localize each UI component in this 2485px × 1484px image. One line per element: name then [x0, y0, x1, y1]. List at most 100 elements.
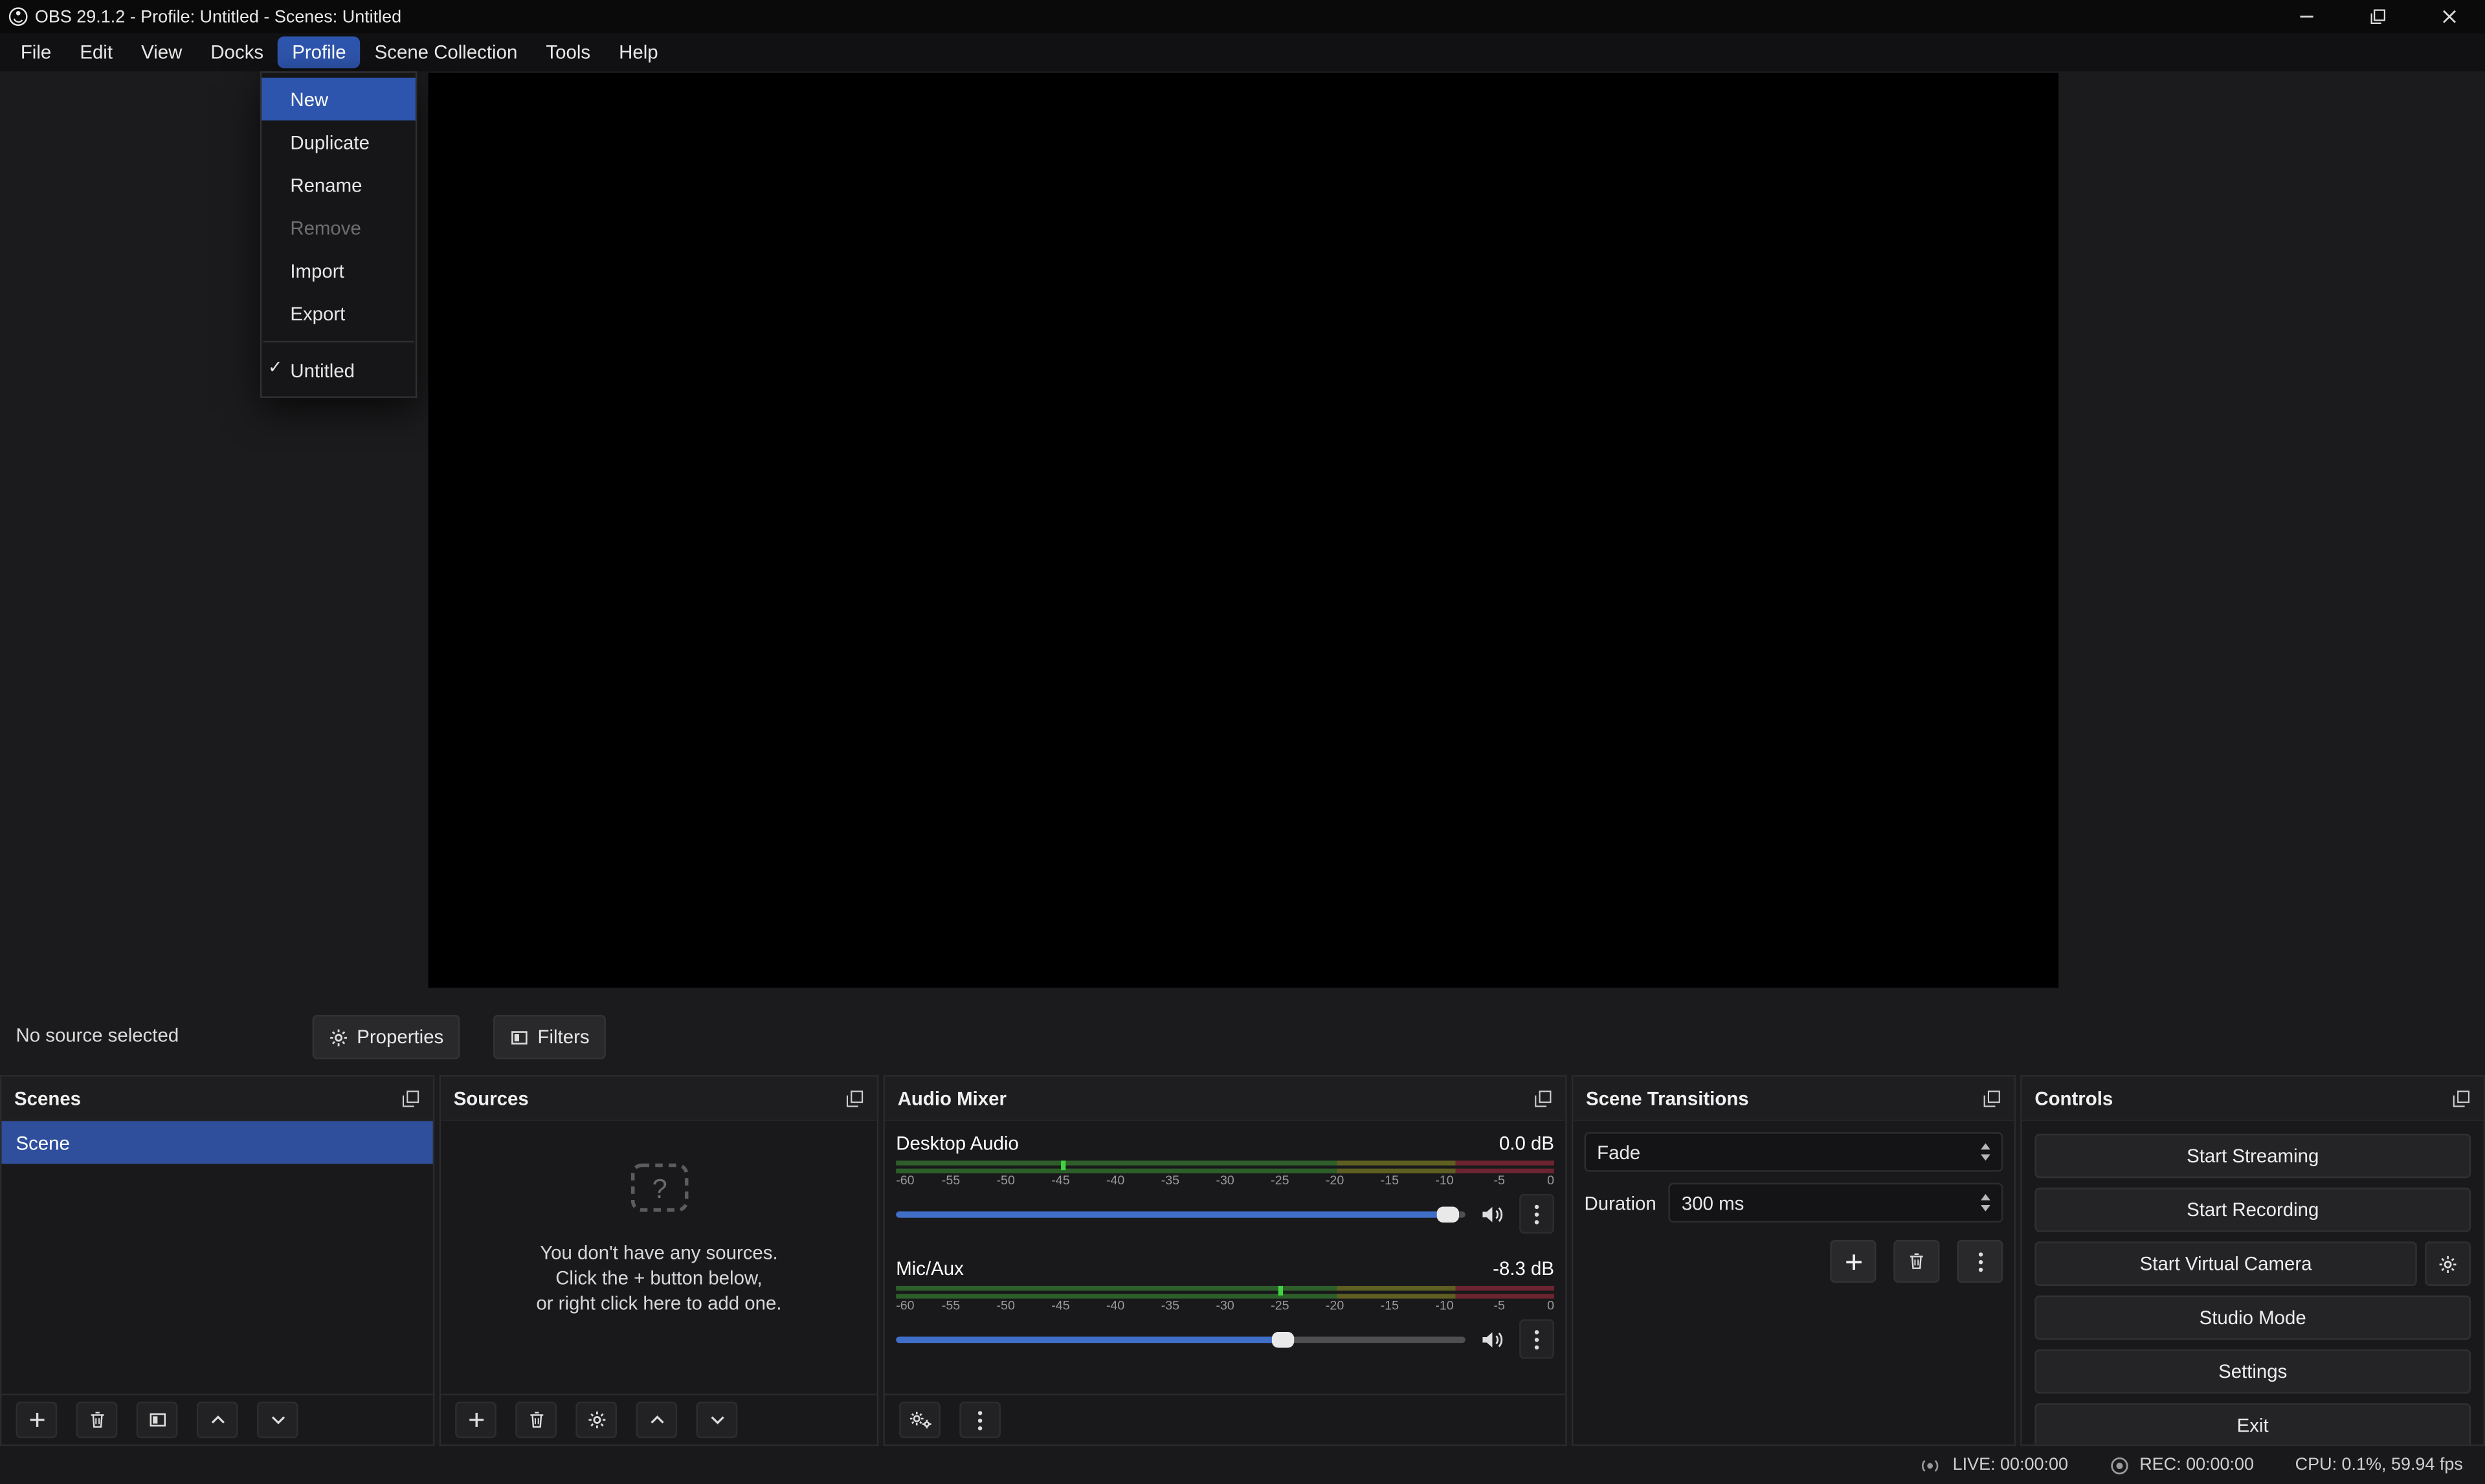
- popout-icon[interactable]: [401, 1089, 420, 1107]
- controls-panel-title: Controls: [2034, 1087, 2113, 1109]
- start-recording-button[interactable]: Start Recording: [2034, 1188, 2471, 1232]
- slider-handle[interactable]: [1437, 1206, 1459, 1222]
- window-title: OBS 29.1.2 - Profile: Untitled - Scenes:…: [35, 7, 401, 26]
- source-move-down-button[interactable]: [696, 1402, 738, 1438]
- start-streaming-button[interactable]: Start Streaming: [2034, 1134, 2471, 1179]
- profile-dropdown-menu: New Duplicate Rename Remove Import Expor…: [260, 71, 418, 398]
- source-toolbar: No source selected Properties Filters: [0, 1013, 2485, 1059]
- add-transition-button[interactable]: [1830, 1240, 1876, 1283]
- menu-separator: [263, 341, 414, 342]
- record-icon: [2110, 1455, 2130, 1476]
- scene-transitions-panel: Scene Transitions Fade Duration 300 ms: [1572, 1075, 2016, 1446]
- volume-slider[interactable]: [896, 1206, 1465, 1222]
- menu-view[interactable]: View: [127, 36, 196, 68]
- popout-icon[interactable]: [2452, 1089, 2471, 1107]
- sources-panel-header: Sources: [441, 1077, 877, 1122]
- remove-source-button[interactable]: [515, 1402, 557, 1438]
- duration-value: 300 ms: [1682, 1191, 1744, 1213]
- channel-options-button[interactable]: [1519, 1319, 1554, 1358]
- cpu-fps-stats: CPU: 0.1%, 59.94 fps: [2295, 1456, 2463, 1474]
- scene-list-item[interactable]: Scene: [1, 1121, 432, 1164]
- menu-help[interactable]: Help: [605, 36, 673, 68]
- popout-icon[interactable]: [1533, 1089, 1552, 1107]
- filters-button[interactable]: Filters: [493, 1015, 605, 1059]
- start-virtual-camera-button[interactable]: Start Virtual Camera: [2034, 1241, 2416, 1286]
- scene-move-up-button[interactable]: [197, 1402, 238, 1438]
- speaker-icon[interactable]: [1480, 1328, 1505, 1350]
- gear-icon: [586, 1410, 607, 1430]
- add-source-button[interactable]: [455, 1402, 496, 1438]
- properties-button[interactable]: Properties: [313, 1015, 460, 1059]
- add-scene-button[interactable]: [16, 1402, 58, 1438]
- settings-button[interactable]: Settings: [2034, 1349, 2471, 1394]
- duration-spinbox[interactable]: 300 ms: [1669, 1183, 2003, 1223]
- channel-options-button[interactable]: [1519, 1194, 1554, 1234]
- sources-empty-line: or right click here to add one.: [441, 1290, 877, 1316]
- gear-icon: [328, 1026, 349, 1047]
- scenes-toolbar: [1, 1394, 432, 1445]
- titlebar: OBS 29.1.2 - Profile: Untitled - Scenes:…: [0, 0, 2485, 33]
- exit-button[interactable]: Exit: [2034, 1403, 2471, 1445]
- menu-file[interactable]: File: [6, 36, 65, 68]
- volume-meter: [896, 1286, 1554, 1299]
- popout-icon[interactable]: [845, 1089, 864, 1107]
- menubar: File Edit View Docks Profile Scene Colle…: [0, 33, 2485, 71]
- slider-handle[interactable]: [1272, 1331, 1294, 1347]
- kebab-icon: [1533, 1328, 1540, 1350]
- question-box-icon: ?: [441, 1162, 877, 1218]
- rec-time: REC: 00:00:00: [2139, 1456, 2254, 1474]
- profile-menu-new[interactable]: New: [262, 78, 416, 120]
- scenes-list: Scene: [1, 1121, 432, 1393]
- profile-menu-untitled[interactable]: ✓ Untitled: [262, 349, 416, 392]
- plus-icon: [1842, 1250, 1864, 1272]
- scene-filters-icon: [147, 1410, 168, 1430]
- scene-filters-button[interactable]: [137, 1402, 178, 1438]
- mixer-channel-mic-aux: Mic/Aux -8.3 dB -60-55-50-45-40-35-30-25…: [885, 1246, 1565, 1359]
- remove-scene-button[interactable]: [76, 1402, 118, 1438]
- remove-transition-button[interactable]: [1893, 1240, 1939, 1283]
- audio-mixer-panel: Audio Mixer Desktop Audio 0.0 dB -60-55-…: [884, 1075, 1567, 1446]
- profile-menu-export[interactable]: Export: [262, 292, 416, 335]
- menu-docks[interactable]: Docks: [196, 36, 278, 68]
- scene-move-down-button[interactable]: [257, 1402, 298, 1438]
- sources-toolbar: [441, 1394, 877, 1445]
- speaker-icon[interactable]: [1480, 1202, 1505, 1224]
- virtual-camera-settings-button[interactable]: [2425, 1241, 2471, 1286]
- channel-db-value: 0.0 dB: [1499, 1132, 1554, 1154]
- source-move-up-button[interactable]: [636, 1402, 677, 1438]
- spinner-arrows-icon[interactable]: [1981, 1194, 1990, 1212]
- menu-scene-collection[interactable]: Scene Collection: [361, 36, 532, 68]
- transition-select[interactable]: Fade: [1585, 1132, 2003, 1171]
- trash-icon: [526, 1410, 546, 1430]
- sources-list-empty-area[interactable]: ? You don't have any sources. Click the …: [441, 1121, 877, 1393]
- close-button[interactable]: [2414, 0, 2485, 33]
- maximize-button[interactable]: [2343, 0, 2414, 33]
- transition-options-button[interactable]: [1957, 1240, 2003, 1283]
- filter-icon: [509, 1026, 529, 1047]
- advanced-audio-button[interactable]: [899, 1402, 941, 1438]
- trash-icon: [1906, 1251, 1927, 1272]
- profile-menu-duplicate[interactable]: Duplicate: [262, 120, 416, 163]
- chevron-down-icon: [267, 1410, 288, 1430]
- volume-meter: [896, 1160, 1554, 1173]
- studio-mode-button[interactable]: Studio Mode: [2034, 1296, 2471, 1340]
- plus-icon: [26, 1410, 47, 1430]
- menu-edit[interactable]: Edit: [65, 36, 127, 68]
- preview-canvas: [429, 73, 2059, 988]
- source-properties-button[interactable]: [575, 1402, 617, 1438]
- volume-slider[interactable]: [896, 1331, 1465, 1347]
- scene-transitions-header: Scene Transitions: [1573, 1077, 2014, 1122]
- menu-tools[interactable]: Tools: [531, 36, 605, 68]
- minimize-button[interactable]: [2271, 0, 2342, 33]
- sources-empty-line: Click the + button below,: [441, 1265, 877, 1290]
- popout-icon[interactable]: [1983, 1089, 2001, 1107]
- sources-panel-title: Sources: [454, 1087, 529, 1109]
- mixer-options-button[interactable]: [959, 1402, 1001, 1438]
- scene-transitions-title: Scene Transitions: [1586, 1087, 1749, 1109]
- menu-profile[interactable]: Profile: [278, 36, 360, 68]
- profile-menu-rename[interactable]: Rename: [262, 163, 416, 206]
- check-icon: ✓: [268, 357, 283, 377]
- profile-menu-import[interactable]: Import: [262, 249, 416, 292]
- rec-status: REC: 00:00:00: [2110, 1455, 2254, 1476]
- kebab-icon: [1977, 1250, 1983, 1272]
